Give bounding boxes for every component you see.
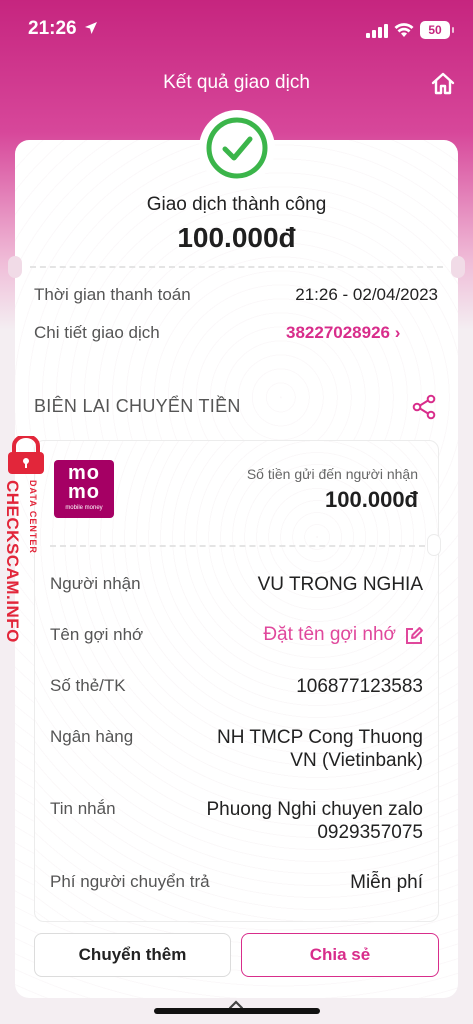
receipt-notch [427, 534, 441, 556]
bank-value-line1: NH TMCP Cong Thuong [217, 727, 423, 748]
receipt-heading: BIÊN LAI CHUYỂN TIỀN [34, 396, 241, 416]
share-icon[interactable] [412, 394, 436, 420]
share-button[interactable]: Chia sẻ [241, 933, 439, 977]
cellular-signal-icon [366, 24, 388, 38]
payment-time-value: 21:26 - 02/04/2023 [295, 285, 438, 304]
set-nickname-link[interactable]: Đặt tên gợi nhớ [160, 624, 396, 646]
fee-value: Miễn phí [350, 872, 423, 893]
transaction-id-link[interactable]: 38227028926 › [286, 323, 400, 343]
logo-text-top: mo [68, 462, 100, 484]
lock-icon [8, 436, 44, 474]
success-badge [199, 110, 275, 186]
location-arrow-icon [85, 22, 97, 34]
transaction-detail-label: Chi tiết giao dịch [34, 323, 160, 342]
transfer-more-button[interactable]: Chuyển thêm [34, 933, 231, 977]
sent-amount-value: 100.000đ [325, 487, 418, 512]
watermark-sub-text: DATA CENTER [28, 480, 38, 554]
status-time: 21:26 [28, 18, 77, 39]
home-icon[interactable] [430, 72, 456, 96]
sent-amount-label: Số tiền gửi đến người nhận [246, 466, 418, 482]
bank-label: Ngân hàng [50, 727, 134, 746]
recipient-value: VU TRONG NGHIA [257, 574, 423, 595]
success-check-icon [206, 117, 268, 179]
nickname-label: Tên gợi nhớ [50, 625, 144, 644]
wifi-icon [394, 23, 414, 37]
page-title: Kết quả giao dịch [163, 72, 310, 93]
divider [30, 266, 443, 268]
transaction-status: Giao dịch thành công [146, 194, 327, 215]
recipient-label: Người nhận [50, 574, 141, 593]
card-notch-right [451, 256, 465, 278]
account-number-value: 106877123583 [296, 676, 423, 697]
message-value-line2: 0929357075 [317, 822, 423, 843]
card-notch-left [8, 256, 22, 278]
transaction-amount: 100.000đ [177, 222, 296, 253]
message-label: Tin nhắn [50, 799, 116, 818]
logo-subtext: mobile money [65, 505, 103, 511]
bank-value: NH TMCP Cong Thuong VN (Vietinbank) [160, 726, 423, 772]
payment-time-label: Thời gian thanh toán [34, 285, 191, 304]
bank-value-line2: VN (Vietinbank) [290, 750, 423, 771]
logo-text-bottom: mo [68, 481, 100, 503]
receipt-divider [50, 545, 425, 547]
momo-logo: mo mo mobile money [54, 460, 114, 518]
edit-icon[interactable] [404, 626, 424, 646]
watermark-site-text: CHECKSCAM.INFO [3, 480, 22, 643]
home-indicator [154, 1008, 320, 1014]
message-value-line1: Phuong Nghi chuyen zalo [206, 799, 423, 820]
battery-indicator: 50 [420, 21, 454, 39]
message-value: Phuong Nghi chuyen zalo 0929357075 [160, 798, 423, 844]
status-bar: 21:26 50 [0, 0, 473, 60]
account-number-label: Số thẻ/TK [50, 676, 126, 695]
